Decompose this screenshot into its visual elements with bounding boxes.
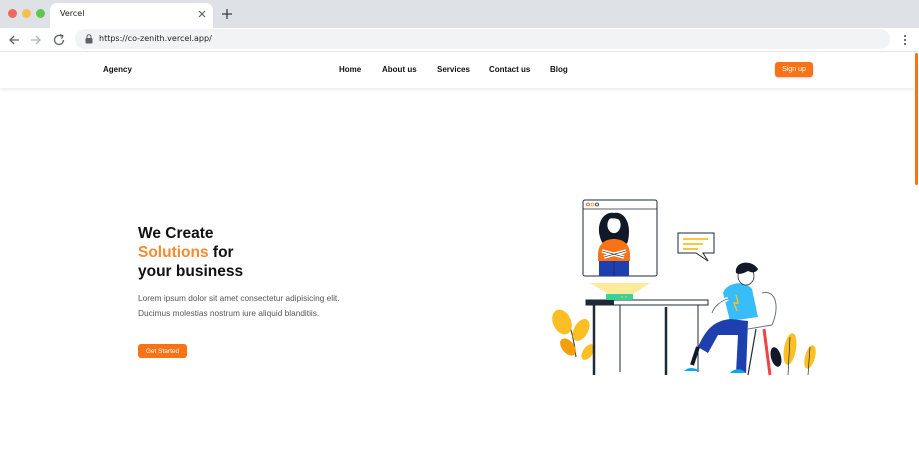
webpage: Agency Home About us Services Contact us… — [0, 52, 919, 475]
scrollbar-thumb[interactable] — [915, 53, 918, 185]
hero-title-accent: Solutions — [138, 244, 209, 261]
reload-icon[interactable] — [52, 33, 66, 47]
nav-link-contact[interactable]: Contact us — [489, 65, 530, 74]
hero-title-line1: We Create — [138, 225, 214, 242]
desk-icon — [585, 299, 709, 375]
nav-link-blog[interactable]: Blog — [550, 65, 568, 74]
hero-illustration — [552, 199, 816, 376]
nav-link-home[interactable]: Home — [339, 65, 361, 74]
maximize-window-button[interactable] — [36, 9, 45, 18]
projector-icon — [606, 294, 633, 300]
forward-arrow-icon[interactable] — [29, 33, 43, 47]
site-navbar: Agency Home About us Services Contact us… — [0, 52, 914, 88]
browser-toolbar: https://co-zenith.vercel.app/ — [0, 28, 919, 52]
url-text: https://co-zenith.vercel.app/ — [99, 34, 212, 43]
chat-bubble-icon — [677, 232, 715, 262]
signup-button[interactable]: Sign up — [775, 62, 813, 77]
get-started-button[interactable]: Get Started — [138, 344, 187, 358]
browser-tab-bar: Vercel — [0, 0, 919, 28]
man-sitting-icon — [684, 262, 758, 373]
plus-icon[interactable] — [221, 8, 233, 20]
plant-left-icon — [552, 309, 595, 360]
plant-right-icon — [770, 333, 816, 376]
hero-description: Lorem ipsum dolor sit amet consectetur a… — [138, 293, 340, 318]
minimize-window-button[interactable] — [22, 9, 31, 18]
brand-logo[interactable]: Agency — [103, 65, 132, 74]
close-icon[interactable] — [197, 9, 207, 19]
hero-title-line3: your business — [138, 263, 244, 280]
video-call-window-icon — [582, 199, 658, 277]
projector-beam-icon — [590, 283, 650, 295]
close-window-button[interactable] — [8, 9, 17, 18]
nav-link-services[interactable]: Services — [437, 65, 470, 74]
nav-link-about[interactable]: About us — [382, 65, 417, 74]
hero-title-line2: Solutions for — [138, 243, 243, 262]
back-arrow-icon[interactable] — [7, 33, 21, 47]
browser-tab[interactable]: Vercel — [50, 3, 213, 28]
address-bar[interactable]: https://co-zenith.vercel.app/ — [75, 29, 890, 49]
hero-title-line2-rest: for — [208, 244, 234, 261]
menu-dots-icon[interactable] — [901, 33, 909, 47]
tab-title: Vercel — [60, 9, 85, 18]
lock-icon — [85, 34, 93, 44]
hero-title: We Create Solutions for your business — [138, 224, 243, 281]
